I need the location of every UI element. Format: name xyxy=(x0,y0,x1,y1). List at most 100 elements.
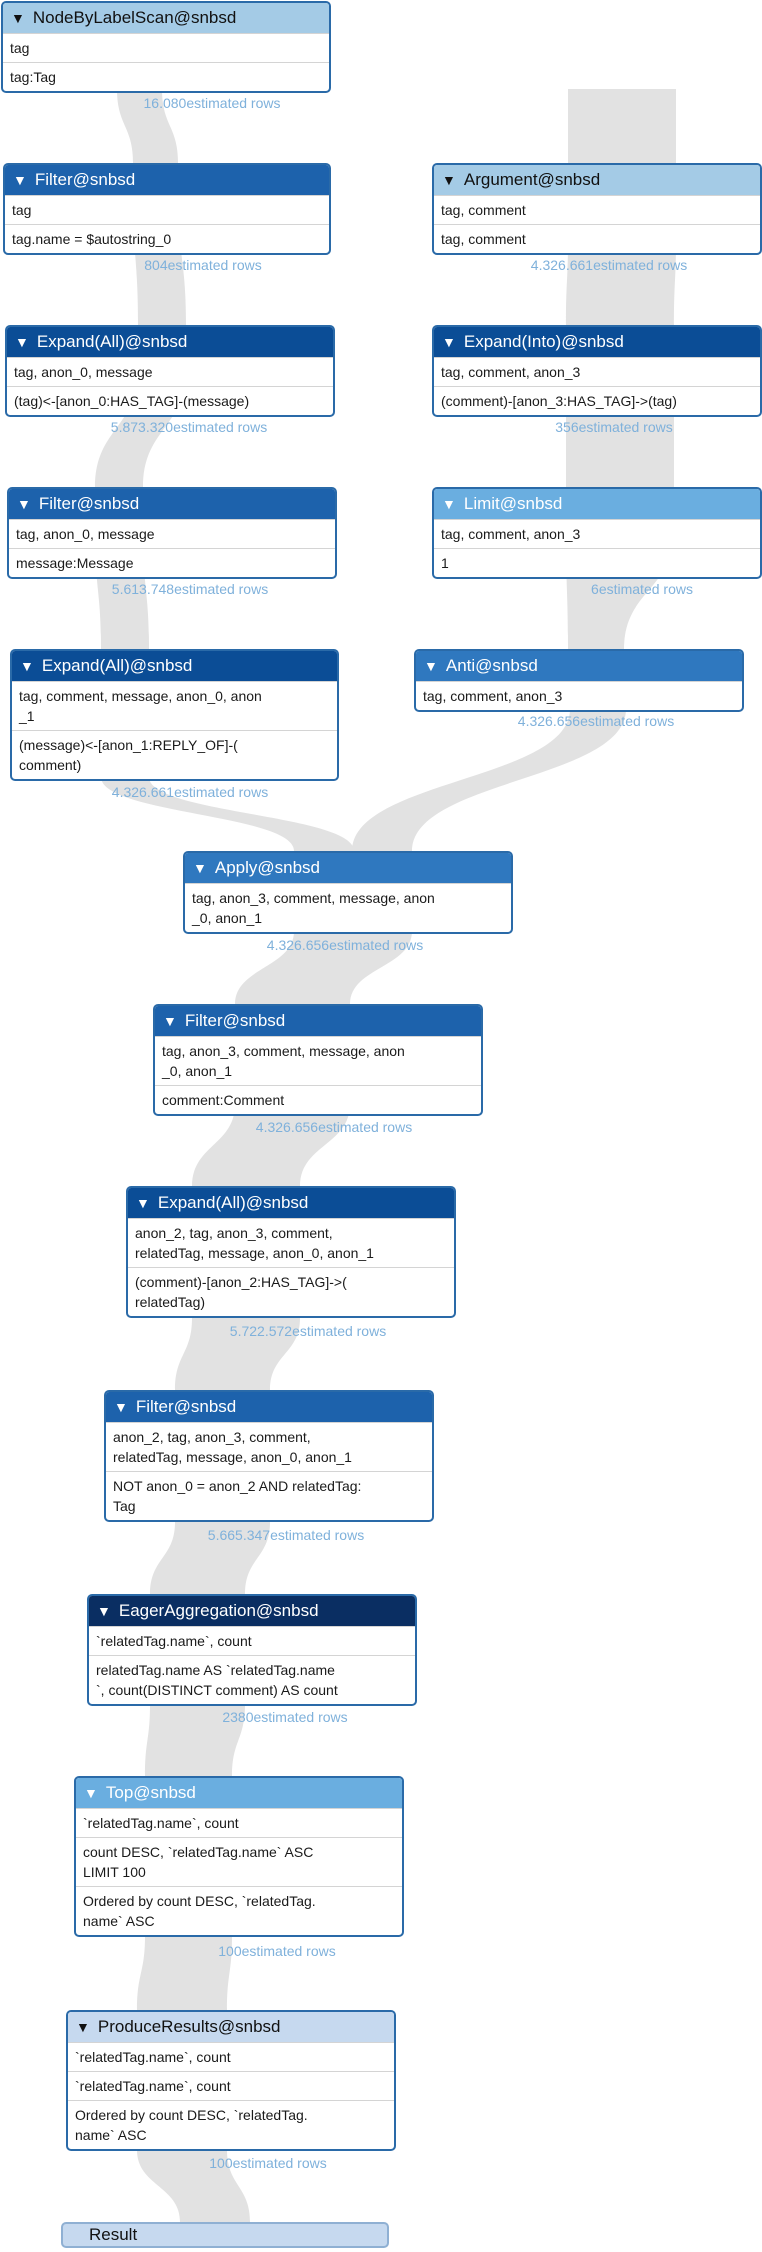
operator-detail-row: tag, comment, message, anon_0, anon _1 xyxy=(12,681,337,730)
operator-detail-row: 1 xyxy=(434,548,760,577)
node-apply[interactable]: ▼ Apply@snbsd tag, anon_3, comment, messag… xyxy=(183,851,513,934)
operator-title: Filter@snbsd xyxy=(38,494,140,513)
collapse-triangle-icon[interactable]: ▼ xyxy=(136,1196,150,1210)
operator-detail-row: (comment)-[anon_3:HAS_TAG]->(tag) xyxy=(434,386,760,415)
operator-title: Filter@snbsd xyxy=(184,1011,286,1030)
node-filter-relatedtag[interactable]: ▼ Filter@snbsd anon_2, tag, anon_3, commen… xyxy=(104,1390,434,1522)
collapse-triangle-icon[interactable]: ▼ xyxy=(442,173,456,187)
estimate-label: 6estimated rows xyxy=(591,581,693,597)
operator-title: Argument@snbsd xyxy=(463,170,601,189)
operator-detail-row: anon_2, tag, anon_3, comment, relatedTag,… xyxy=(106,1422,432,1471)
operator-header[interactable]: ▼ Expand(All)@snbsd xyxy=(12,651,337,681)
operator-detail-row: Ordered by count DESC, `relatedTag. name`… xyxy=(68,2100,394,2149)
result-label: Result xyxy=(89,2225,138,2244)
operator-detail-row: tag, comment, anon_3 xyxy=(416,681,742,710)
operator-header[interactable]: ▼ Expand(All)@snbsd xyxy=(7,327,333,357)
node-produce-results[interactable]: ▼ ProduceResults@snbsd `relatedTag.name`, … xyxy=(66,2010,396,2151)
operator-detail-row: (comment)-[anon_2:HAS_TAG]->(relatedTag) xyxy=(128,1267,454,1316)
operator-detail-row: tag, comment xyxy=(434,195,760,224)
operator-title: Anti@snbsd xyxy=(445,656,538,675)
collapse-triangle-icon[interactable]: ▼ xyxy=(97,1604,111,1618)
operator-header[interactable]: ▼ EagerAggregation@snbsd xyxy=(89,1596,415,1626)
operator-detail-row: tag, anon_3, comment, message, anon _0, a… xyxy=(155,1036,481,1085)
operator-header[interactable]: ▼ Filter@snbsd xyxy=(5,165,329,195)
operator-header[interactable]: ▼ Filter@snbsd xyxy=(106,1392,432,1422)
operator-header[interactable]: ▼ Expand(All)@snbsd xyxy=(128,1188,454,1218)
collapse-triangle-icon[interactable]: ▼ xyxy=(442,335,456,349)
node-eager-aggregation[interactable]: ▼ EagerAggregation@snbsd `relatedTag.name`… xyxy=(87,1594,417,1706)
node-expand-all-relatedtag[interactable]: ▼ Expand(All)@snbsd anon_2, tag, anon_3, c… xyxy=(126,1186,456,1318)
operator-detail-row: Ordered by count DESC, `relatedTag. name`… xyxy=(76,1886,402,1935)
operator-detail-row: `relatedTag.name`, count xyxy=(68,2042,394,2071)
node-argument[interactable]: ▼ Argument@snbsd tag, comment tag, comment xyxy=(432,163,762,255)
flow-ribbon xyxy=(352,709,626,851)
node-filter-tag[interactable]: ▼ Filter@snbsd tag tag.name = $autostring_0 xyxy=(3,163,331,255)
operator-detail-row: tag.name = $autostring_0 xyxy=(5,224,329,253)
result-node[interactable]: Result xyxy=(61,2222,389,2248)
operator-title: EagerAggregation@snbsd xyxy=(118,1601,319,1620)
operator-detail-row: tag, comment, anon_3 xyxy=(434,357,760,386)
operator-title: Expand(All)@snbsd xyxy=(41,656,193,675)
operator-detail-row: (message)<-[anon_1:REPLY_OF]-(comment) xyxy=(12,730,337,779)
collapse-triangle-icon[interactable]: ▼ xyxy=(424,659,438,673)
collapse-triangle-icon[interactable]: ▼ xyxy=(76,2020,90,2034)
estimate-label: 4.326.656estimated rows xyxy=(266,937,424,953)
collapse-triangle-icon[interactable]: ▼ xyxy=(114,1400,128,1414)
node-filter-message[interactable]: ▼ Filter@snbsd tag, anon_0, message message… xyxy=(7,487,337,579)
collapse-triangle-icon[interactable]: ▼ xyxy=(442,497,456,511)
collapse-triangle-icon[interactable]: ▼ xyxy=(13,173,27,187)
estimate-label: 4.326.661estimated rows xyxy=(530,257,688,273)
operator-detail-row: tag xyxy=(3,33,329,62)
operator-header[interactable]: ▼ Anti@snbsd xyxy=(416,651,742,681)
operator-detail-row: tag, anon_3, comment, message, anon _0, a… xyxy=(185,883,511,932)
node-top[interactable]: ▼ Top@snbsd `relatedTag.name`, count count … xyxy=(74,1776,404,1937)
operator-header[interactable]: ▼ Argument@snbsd xyxy=(434,165,760,195)
operator-header[interactable]: ▼ Limit@snbsd xyxy=(434,489,760,519)
collapse-triangle-icon[interactable]: ▼ xyxy=(163,1014,177,1028)
operator-detail-row: tag, anon_0, message xyxy=(9,519,335,548)
collapse-triangle-icon[interactable]: ▼ xyxy=(17,497,31,511)
estimate-label: 356estimated rows xyxy=(555,419,673,435)
collapse-triangle-icon[interactable]: ▼ xyxy=(193,861,207,875)
operator-header[interactable]: ▼ ProduceResults@snbsd xyxy=(68,2012,394,2042)
flow-ribbon xyxy=(192,1104,350,1186)
operator-header[interactable]: ▼ Filter@snbsd xyxy=(155,1006,481,1036)
operator-detail-row: relatedTag.name AS `relatedTag.name `, co… xyxy=(89,1655,415,1704)
estimate-label: 100estimated rows xyxy=(209,2155,327,2171)
operator-title: ProduceResults@snbsd xyxy=(97,2017,281,2036)
operator-title: Top@snbsd xyxy=(105,1783,196,1802)
collapse-triangle-icon[interactable]: ▼ xyxy=(15,335,29,349)
estimate-label: 100estimated rows xyxy=(218,1943,336,1959)
operator-detail-row: `relatedTag.name`, count xyxy=(76,1808,402,1837)
node-expand-all-message[interactable]: ▼ Expand(All)@snbsd tag, anon_0, message (t… xyxy=(5,325,335,417)
operator-header[interactable]: ▼ Filter@snbsd xyxy=(9,489,335,519)
operator-detail-row: (tag)<-[anon_0:HAS_TAG]-(message) xyxy=(7,386,333,415)
node-expand-all-comment[interactable]: ▼ Expand(All)@snbsd tag, comment, message,… xyxy=(10,649,339,781)
node-expand-into[interactable]: ▼ Expand(Into)@snbsd tag, comment, anon_3(… xyxy=(432,325,762,417)
estimate-label: 5.873.320estimated rows xyxy=(110,419,268,435)
operator-title: Apply@snbsd xyxy=(214,858,321,877)
operator-title: Filter@snbsd xyxy=(135,1397,237,1416)
operator-title: NodeByLabelScan@snbsd xyxy=(32,8,237,27)
collapse-triangle-icon[interactable]: ▼ xyxy=(11,11,25,25)
operator-header[interactable]: ▼ Expand(Into)@snbsd xyxy=(434,327,760,357)
operator-detail-row: tag, comment xyxy=(434,224,760,253)
estimate-label: 2380estimated rows xyxy=(222,1709,348,1725)
operator-title: Expand(All)@snbsd xyxy=(157,1193,309,1212)
operator-header[interactable]: ▼ NodeByLabelScan@snbsd xyxy=(3,3,329,33)
node-limit[interactable]: ▼ Limit@snbsd tag, comment, anon_3 1 xyxy=(432,487,762,579)
collapse-triangle-icon[interactable]: ▼ xyxy=(84,1786,98,1800)
operator-header[interactable]: ▼ Apply@snbsd xyxy=(185,853,511,883)
operator-detail-row: comment:Comment xyxy=(155,1085,481,1114)
operator-detail-row: NOT anon_0 = anon_2 AND relatedTag: Tag xyxy=(106,1471,432,1520)
node-anti[interactable]: ▼ Anti@snbsd tag, comment, anon_3 xyxy=(414,649,744,712)
node-nodebylabelscan[interactable]: ▼ NodeByLabelScan@snbsd tag tag:Tag xyxy=(1,1,331,93)
operator-detail-row: anon_2, tag, anon_3, comment, relatedTag,… xyxy=(128,1218,454,1267)
operator-header[interactable]: ▼ Top@snbsd xyxy=(76,1778,402,1808)
node-filter-comment[interactable]: ▼ Filter@snbsd tag, anon_3, comment, messa… xyxy=(153,1004,483,1116)
collapse-triangle-icon[interactable]: ▼ xyxy=(20,659,34,673)
operator-title: Filter@snbsd xyxy=(34,170,136,189)
estimate-label: 5.613.748estimated rows xyxy=(111,581,269,597)
estimate-label: 16.080estimated rows xyxy=(143,95,281,111)
operator-title: Expand(Into)@snbsd xyxy=(463,332,624,351)
